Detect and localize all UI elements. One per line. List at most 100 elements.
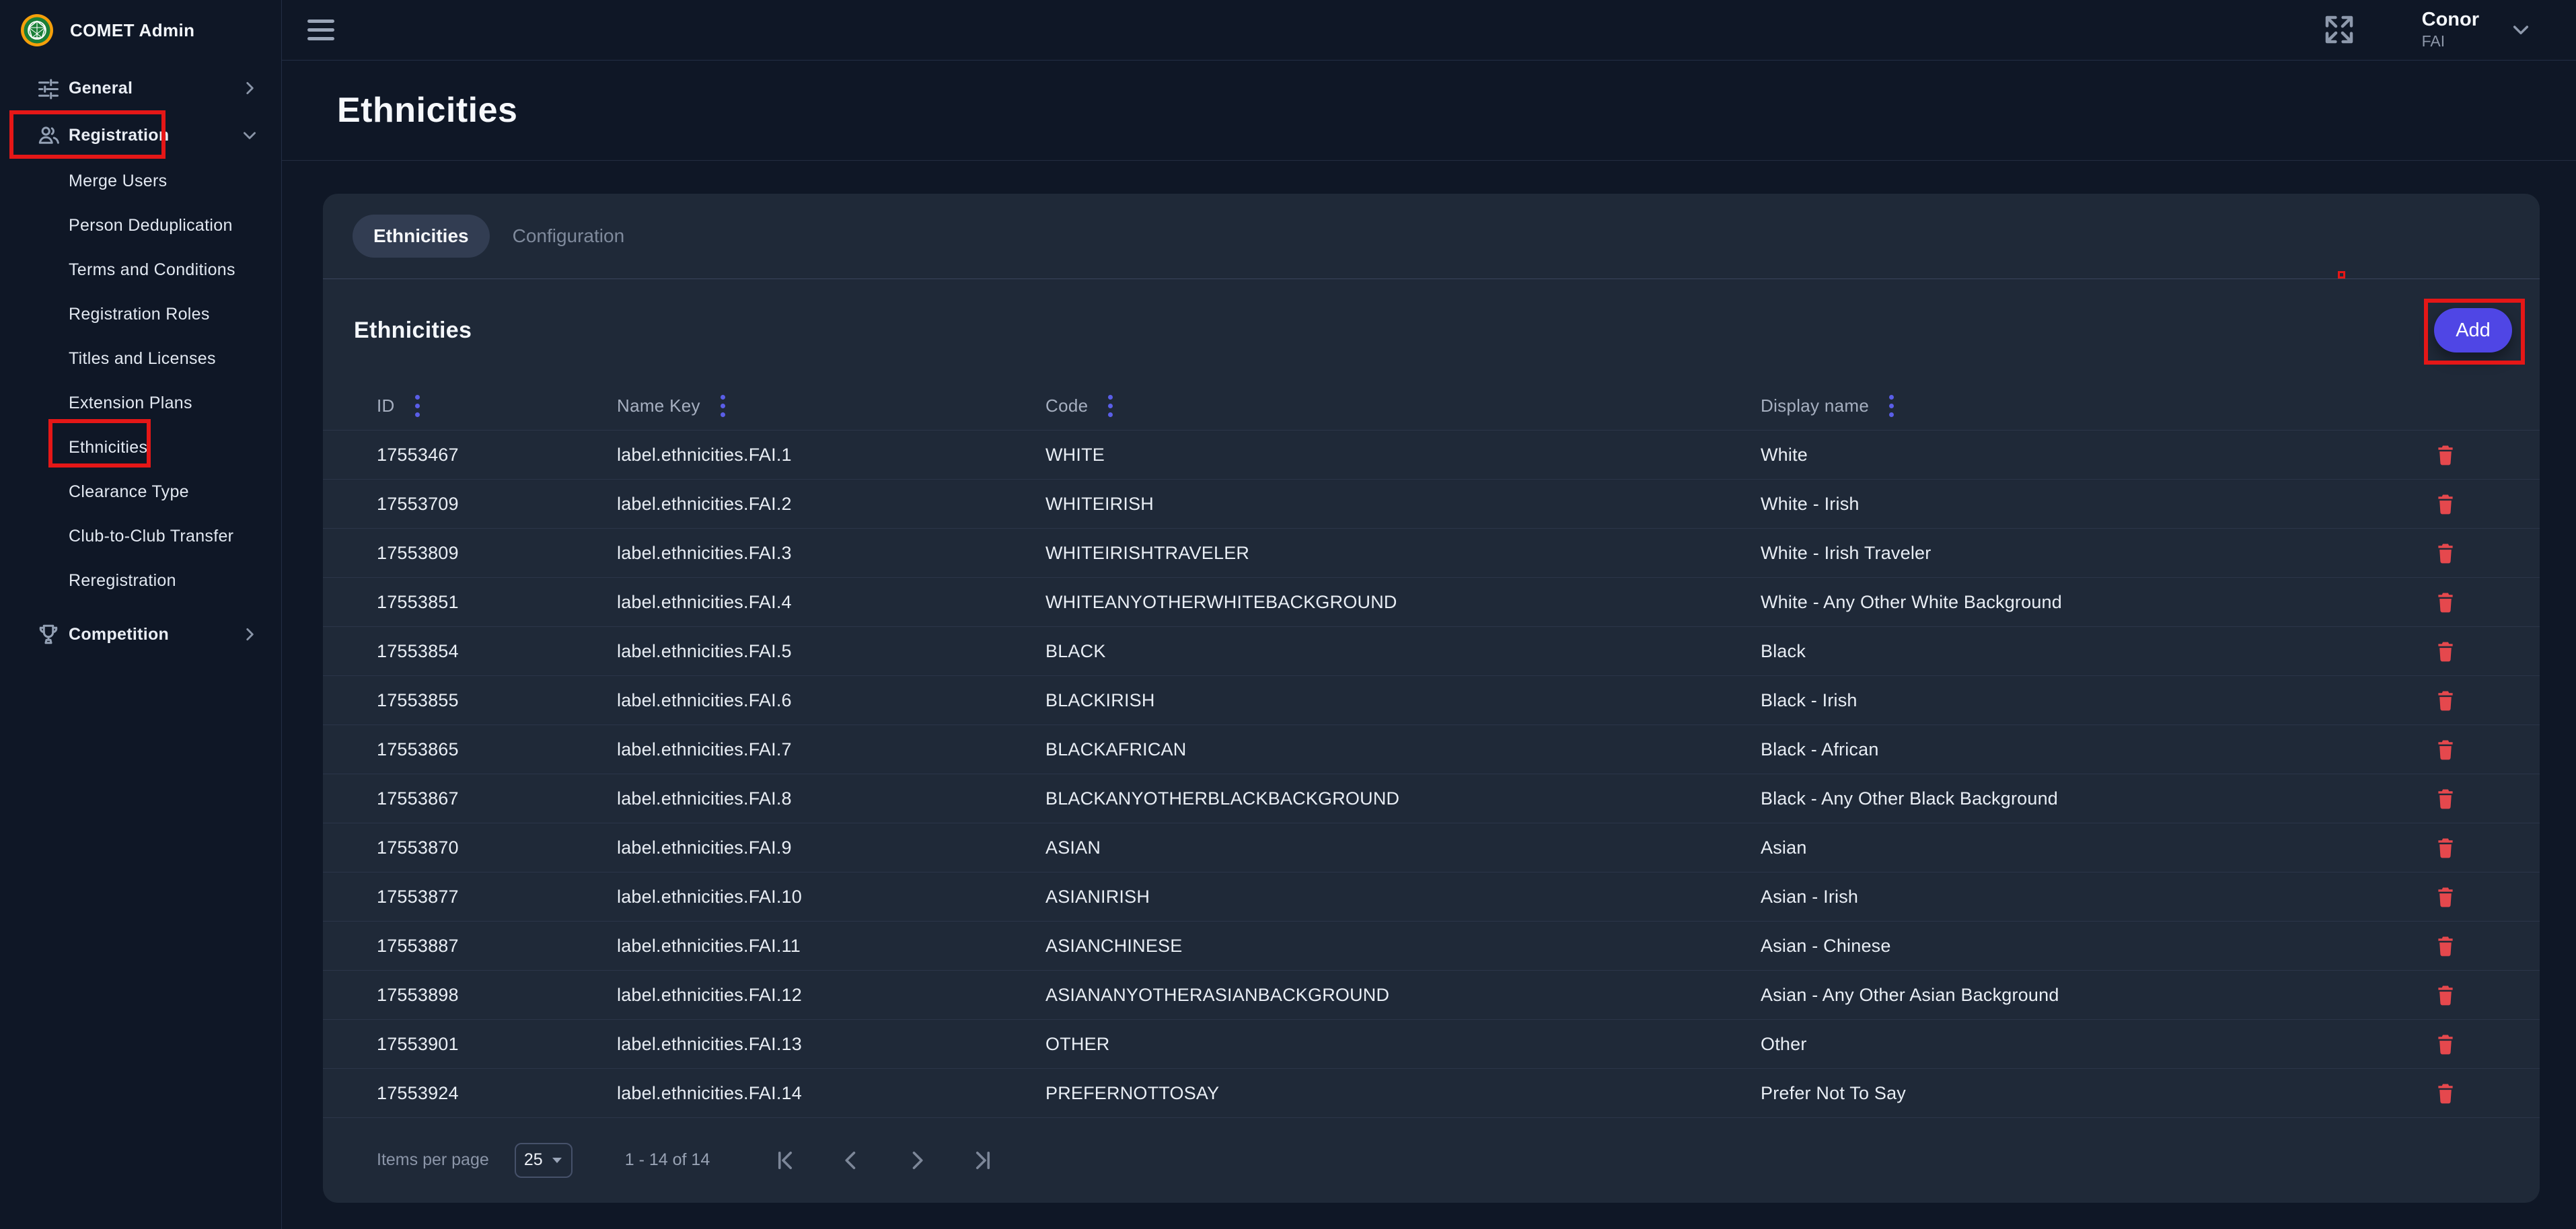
column-menu-icon[interactable]	[718, 392, 728, 420]
ethnicities-card: Ethnicities Configuration Ethnicities Ad…	[323, 194, 2540, 1203]
sliders-icon	[36, 76, 61, 100]
tab-configuration[interactable]: Configuration	[513, 225, 625, 247]
column-header-name-key: Name Key	[617, 392, 1045, 420]
sidebar-item-label: Reregistration	[69, 571, 176, 591]
sidebar-item-merge-users[interactable]: Merge Users	[0, 159, 281, 203]
items-per-page-label: Items per page	[377, 1150, 489, 1170]
chevron-left-icon	[839, 1148, 863, 1172]
pagination: Items per page 25 1 - 14 of 14	[323, 1118, 2540, 1202]
add-button[interactable]: Add	[2434, 308, 2512, 352]
table-row: 17553809 label.ethnicities.FAI.3 WHITEIR…	[323, 529, 2540, 578]
table-row: 17553870 label.ethnicities.FAI.9 ASIAN A…	[323, 823, 2540, 872]
cell-code: WHITEIRISHTRAVELER	[1045, 543, 1761, 564]
trash-icon	[2434, 1033, 2457, 1055]
chevron-down-icon	[241, 126, 258, 144]
sidebar-item-extension-plans[interactable]: Extension Plans	[0, 381, 281, 425]
table-row: 17553467 label.ethnicities.FAI.1 WHITE W…	[323, 431, 2540, 480]
table-row: 17553865 label.ethnicities.FAI.7 BLACKAF…	[323, 725, 2540, 774]
cell-id: 17553924	[377, 1083, 617, 1104]
delete-button[interactable]	[2431, 1030, 2460, 1058]
sidebar-item-label: Ethnicities	[69, 438, 147, 457]
comet-admin-app: { "app": { "name": "COMET Admin", "logo_…	[0, 0, 2576, 1229]
people-icon	[36, 123, 61, 147]
sidebar: COMET Admin General Registration Merge U…	[0, 0, 282, 1229]
trash-icon	[2434, 1082, 2457, 1105]
delete-button[interactable]	[2431, 686, 2460, 714]
trash-icon	[2434, 738, 2457, 761]
column-menu-icon[interactable]	[1886, 392, 1897, 420]
column-menu-icon[interactable]	[412, 392, 422, 420]
previous-page-button[interactable]	[838, 1147, 864, 1174]
trash-icon	[2434, 591, 2457, 613]
cell-code: WHITEANYOTHERWHITEBACKGROUND	[1045, 592, 1761, 613]
delete-button[interactable]	[2431, 883, 2460, 911]
sidebar-item-titles-and-licenses[interactable]: Titles and Licenses	[0, 336, 281, 381]
delete-button[interactable]	[2431, 735, 2460, 764]
sidebar-item-label: Person Deduplication	[69, 216, 233, 235]
sidebar-item-clearance-type[interactable]: Clearance Type	[0, 470, 281, 514]
cell-code: BLACK	[1045, 641, 1761, 662]
cell-display-name: Asian - Chinese	[1761, 936, 2425, 957]
delete-button[interactable]	[2431, 637, 2460, 665]
cell-display-name: Asian - Irish	[1761, 887, 2425, 907]
delete-button[interactable]	[2431, 1079, 2460, 1107]
delete-button[interactable]	[2431, 981, 2460, 1009]
delete-button[interactable]	[2431, 588, 2460, 616]
column-menu-icon[interactable]	[1105, 392, 1115, 420]
tab-ethnicities[interactable]: Ethnicities	[353, 215, 490, 258]
delete-button[interactable]	[2431, 784, 2460, 813]
cell-id: 17553898	[377, 985, 617, 1006]
tab-bar: Ethnicities Configuration	[323, 194, 2540, 279]
panel-title: Ethnicities	[354, 318, 472, 344]
delete-button[interactable]	[2431, 932, 2460, 960]
cell-code: ASIANCHINESE	[1045, 936, 1761, 957]
sidebar-item-registration[interactable]: Registration	[0, 112, 281, 159]
sidebar-item-reregistration[interactable]: Reregistration	[0, 558, 281, 603]
page-size-select[interactable]: 25	[515, 1143, 573, 1178]
cell-display-name: White - Irish	[1761, 494, 2425, 515]
sidebar-item-club-to-club-transfer[interactable]: Club-to-Club Transfer	[0, 514, 281, 558]
cell-name-key: label.ethnicities.FAI.9	[617, 837, 1045, 858]
sidebar-item-terms-and-conditions[interactable]: Terms and Conditions	[0, 248, 281, 292]
page-size-value: 25	[524, 1150, 543, 1170]
sidebar-item-general[interactable]: General	[0, 65, 281, 112]
sidebar-item-ethnicities[interactable]: Ethnicities	[0, 425, 281, 470]
trash-icon	[2434, 836, 2457, 859]
sidebar-item-label: Registration Roles	[69, 305, 210, 324]
sidebar-item-label: Clearance Type	[69, 482, 189, 502]
cell-display-name: Asian	[1761, 837, 2425, 858]
cell-name-key: label.ethnicities.FAI.5	[617, 641, 1045, 662]
app-title: COMET Admin	[70, 20, 194, 41]
first-page-icon	[773, 1148, 797, 1172]
cell-display-name: White - Irish Traveler	[1761, 543, 2425, 564]
first-page-button[interactable]	[772, 1147, 799, 1174]
chevron-right-icon	[241, 626, 258, 643]
cell-display-name: Other	[1761, 1034, 2425, 1055]
table-body: 17553467 label.ethnicities.FAI.1 WHITE W…	[323, 431, 2540, 1118]
hamburger-icon[interactable]	[306, 15, 336, 44]
trash-icon	[2434, 443, 2457, 466]
sidebar-item-competition[interactable]: Competition	[0, 611, 281, 658]
column-header-id: ID	[377, 392, 617, 420]
delete-button[interactable]	[2431, 441, 2460, 469]
sidebar-item-person-deduplication[interactable]: Person Deduplication	[0, 203, 281, 248]
expand-icon[interactable]	[2321, 11, 2357, 48]
sidebar-item-label: Terms and Conditions	[69, 260, 235, 280]
delete-button[interactable]	[2431, 539, 2460, 567]
cell-id: 17553901	[377, 1034, 617, 1055]
cell-id: 17553865	[377, 739, 617, 760]
topbar: Conor FAI	[282, 0, 2576, 61]
user-menu[interactable]: Conor FAI	[2422, 9, 2479, 51]
delete-button[interactable]	[2431, 833, 2460, 862]
cell-code: BLACKAFRICAN	[1045, 739, 1761, 760]
cell-display-name: Black - African	[1761, 739, 2425, 760]
topbar-right: Conor FAI	[2321, 9, 2532, 51]
last-page-button[interactable]	[969, 1147, 996, 1174]
sidebar-item-registration-roles[interactable]: Registration Roles	[0, 292, 281, 336]
delete-button[interactable]	[2431, 490, 2460, 518]
caret-down-icon	[551, 1156, 563, 1165]
cell-name-key: label.ethnicities.FAI.1	[617, 445, 1045, 465]
chevron-down-icon[interactable]	[2510, 19, 2532, 40]
next-page-button[interactable]	[904, 1147, 930, 1174]
pagination-nav	[772, 1147, 996, 1174]
